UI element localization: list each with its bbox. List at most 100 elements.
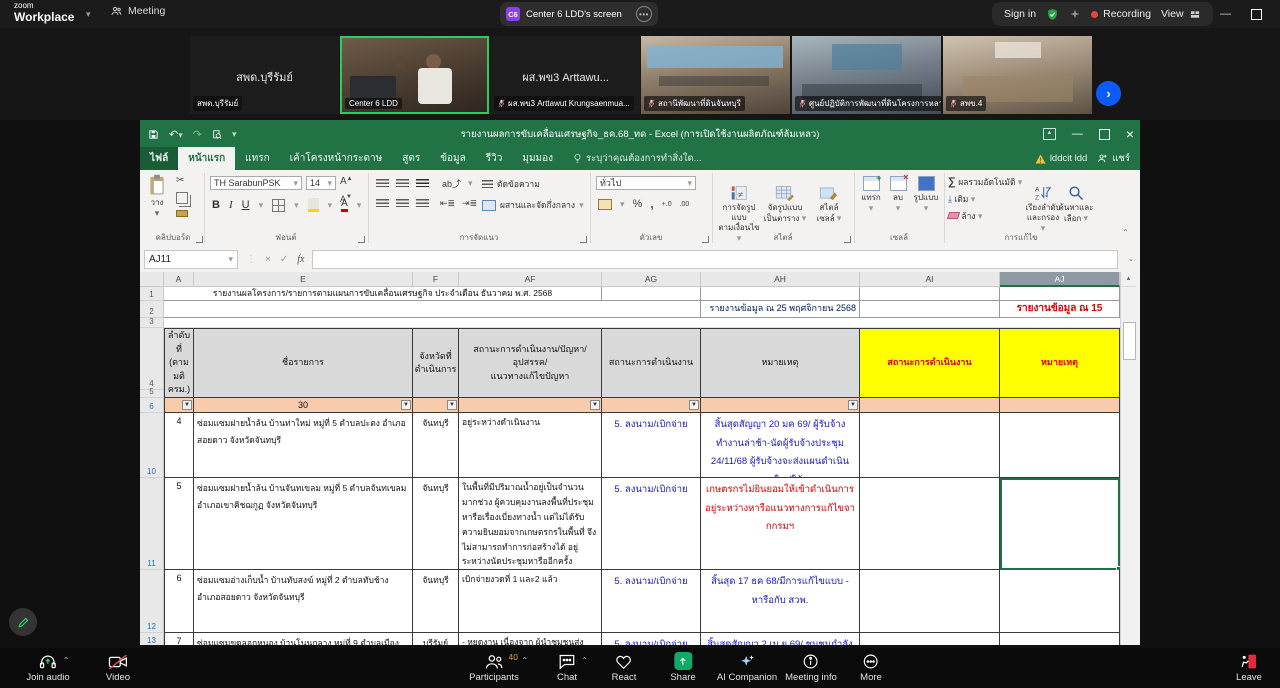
redo-icon[interactable]: ↷ (193, 128, 202, 141)
row-header-5[interactable]: 5 (140, 387, 164, 398)
excel-restore-button[interactable] (1098, 128, 1110, 140)
tab-page-layout[interactable]: เค้าโครงหน้ากระดาษ (280, 147, 393, 170)
save-icon[interactable] (148, 129, 159, 140)
item-name-cell[interactable]: ซ่อมแซมอ่างเก็บน้ำ บ้านทับสงฆ์ หมู่ที่ 2… (194, 570, 413, 633)
remark-cell[interactable]: เกษตรกรไม่ยินยอมให้เข้าดำเนินการ อยู่ระห… (701, 478, 860, 570)
minimize-button[interactable]: — (1220, 8, 1231, 20)
asof-date-cell[interactable]: รายงานข้อมูล ณ 25 พฤศจิกายน 2568 (701, 301, 860, 318)
font-name-combo[interactable]: TH SarabunPSK ▾ (210, 176, 302, 190)
empty-cell[interactable] (602, 287, 701, 301)
video-tile-active-speaker[interactable]: Center 6 LDD (340, 36, 489, 114)
video-tile[interactable]: ผส.พข3 Arttawu... ผส.พข3 Arttawut Krungs… (491, 36, 640, 114)
styles-dialog-launcher[interactable] (844, 236, 851, 243)
filter-row-cell-a[interactable]: ▼ (164, 398, 194, 413)
item-no-cell[interactable]: 4 (164, 413, 194, 478)
number-format-combo[interactable]: ทั่วไป ▾ (596, 176, 696, 190)
participants-button[interactable]: 40 ⌃ Participants (469, 652, 528, 683)
tab-home[interactable]: หน้าแรก (178, 147, 236, 170)
item-name-cell[interactable]: ซ่อมแซมขุดลอกหนอง บ้านโนนกลาง หมู่ที่ 9 … (194, 633, 413, 645)
col-header-e[interactable]: E (194, 272, 413, 287)
font-size-combo[interactable]: 14 ▾ (306, 176, 336, 190)
empty-remark-cell[interactable] (1000, 413, 1120, 478)
province-cell[interactable]: จันทบุรี (413, 570, 459, 633)
col-header-ag[interactable]: AG (602, 272, 701, 287)
print-preview-icon[interactable] (212, 129, 222, 140)
status-detail-cell[interactable]: อยู่ระหว่างดำเนินงาน (459, 413, 602, 478)
format-as-table-button[interactable]: จัดรูปแบบ เป็นตาราง ▾ (762, 175, 808, 224)
row-header-2[interactable]: 2 (140, 301, 164, 318)
autosum-button[interactable]: ∑ ผลรวมอัตโนมัติ ▾ (948, 175, 1022, 189)
tab-view[interactable]: มุมมอง (512, 147, 563, 170)
scrollbar-thumb[interactable] (1123, 322, 1136, 360)
align-bottom-icon[interactable] (416, 179, 429, 188)
ai-sparkle-icon[interactable] (1069, 8, 1081, 20)
font-dialog-launcher[interactable] (358, 236, 365, 243)
comma-style-button[interactable]: , (650, 197, 653, 211)
cut-icon[interactable]: ✂ (176, 176, 188, 186)
delete-cells-button[interactable]: × ลบ ▾ (886, 172, 910, 214)
chat-button[interactable]: ⌃ Chat (557, 652, 588, 683)
remark-cell[interactable]: สิ้นสุดสัญญา 20 มค 69/ ผู้รับจ้างทำงานล่… (701, 413, 860, 478)
col-header-aj[interactable]: AJ (1000, 272, 1120, 287)
filter-row-cell-ag[interactable]: ▼ (602, 398, 701, 413)
next-videos-button[interactable]: › (1096, 81, 1121, 106)
align-middle-icon[interactable] (396, 179, 409, 188)
status-cell[interactable]: 5. ลงนาม/เบิกจ่าย (602, 413, 701, 478)
excel-close-button[interactable]: × (1126, 126, 1134, 142)
bold-button[interactable]: B (212, 199, 220, 211)
empty-status-cell[interactable] (860, 413, 1000, 478)
percent-style-button[interactable]: % (633, 198, 643, 210)
borders-icon[interactable] (272, 198, 286, 212)
workspace-chevron-icon[interactable]: ▾ (86, 9, 91, 20)
row-header-10[interactable]: 10 (140, 413, 164, 478)
sign-in-link[interactable]: Sign in (1004, 8, 1036, 20)
filter-row-cell-ai[interactable] (860, 398, 1000, 413)
tab-data[interactable]: ข้อมูล (430, 147, 476, 170)
filter-count-cell[interactable]: 30 ▼ (194, 398, 413, 413)
table-header-ag[interactable]: สถานะการดำเนินงาน (602, 328, 701, 398)
clear-button[interactable]: ล้าง ▾ (946, 209, 1022, 223)
name-box[interactable]: AJ11 ▾ (144, 249, 238, 269)
filter-dropdown-icon[interactable]: ▼ (182, 400, 192, 410)
row-header-4[interactable]: 4 (140, 328, 164, 390)
row-header-13[interactable]: 13 (140, 633, 164, 645)
row-header-12[interactable]: 12 (140, 570, 164, 633)
qat-customize-icon[interactable]: ▾ (232, 129, 237, 140)
scroll-up-icon[interactable]: ▲ (1121, 272, 1136, 287)
selected-cell-aj11[interactable] (1000, 478, 1120, 570)
filter-dropdown-icon[interactable]: ▼ (848, 400, 858, 410)
empty-status-cell[interactable] (860, 633, 1000, 645)
status-cell[interactable]: 5. ลงนาม/เบิกจ่าย (602, 633, 701, 645)
status-detail-cell[interactable]: ในพื้นที่มีปริมาณน้ำอยู่เป็นจำนวนมากช่วง… (459, 478, 602, 570)
table-header-af[interactable]: สถานะการดำเนินงาน/ปัญหา/อุปสรรค/ แนวทางแ… (459, 328, 602, 398)
merge-center-button[interactable]: ผสานและจัดกึ่งกลาง ▾ (482, 198, 584, 212)
share-screen-button[interactable]: Share (670, 652, 696, 683)
row-header-3[interactable]: 3 (140, 317, 164, 328)
alignment-dialog-launcher[interactable] (580, 236, 587, 243)
wrap-text-button[interactable]: ตัดข้อความ (482, 177, 540, 191)
undo-icon[interactable]: ↶▾ (169, 128, 183, 141)
col-header-ai[interactable]: AI (860, 272, 1000, 287)
col-header-ah[interactable]: AH (701, 272, 860, 287)
empty-cell[interactable] (164, 301, 701, 318)
tab-shared-screen[interactable]: C6 Center 6 LDD's screen ••• (500, 2, 658, 26)
filter-row-cell-ah[interactable]: ▼ (701, 398, 860, 413)
filter-dropdown-icon[interactable]: ▼ (447, 400, 457, 410)
ribbon-display-options-icon[interactable]: ▲ (1042, 128, 1056, 140)
status-detail-cell[interactable]: เบิกจ่ายงวดที่ 1 และ2 แล้ว (459, 570, 602, 633)
item-name-cell[interactable]: ซ่อมแซมฝายน้ำล้น บ้านจันทเขลม หมู่ที่ 5 … (194, 478, 413, 570)
format-cells-button[interactable]: รูปแบบ ▾ (912, 176, 940, 214)
empty-cell[interactable] (860, 287, 1000, 301)
insert-cells-button[interactable]: + แทรก ▾ (858, 173, 884, 214)
col-header-a[interactable]: A (164, 272, 194, 287)
asof-date-updated-cell[interactable]: รายงานข้อมูล ณ 15 ธันวาคม 2568 (1000, 301, 1120, 318)
table-header-ah[interactable]: หมายเหตุ (701, 328, 860, 398)
video-tile[interactable]: สถานีพัฒนาที่ดินจันทบุรี (641, 36, 790, 114)
remark-cell[interactable]: สิ้นสุด 17 ธค 68/มีการแก้ไขแบบ - หารือกั… (701, 570, 860, 633)
tell-me-box[interactable]: ระบุว่าคุณต้องการทำสิ่งใด... (563, 147, 712, 170)
meeting-info-button[interactable]: Meeting info (785, 652, 837, 683)
grow-font-icon[interactable]: A▲ (340, 176, 353, 187)
copy-icon[interactable] (176, 192, 188, 204)
video-tile[interactable]: สพข.4 (943, 36, 1092, 114)
filter-row-cell-af[interactable]: ▼ (459, 398, 602, 413)
